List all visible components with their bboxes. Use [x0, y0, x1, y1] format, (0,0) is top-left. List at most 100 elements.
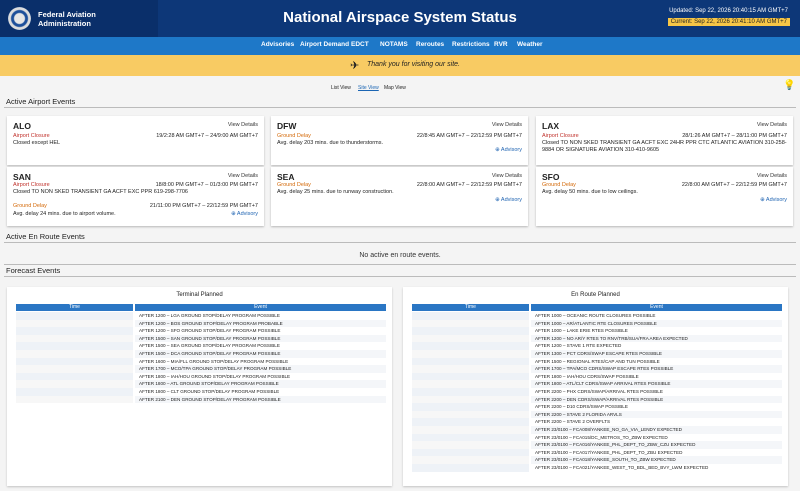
- event-cell: AFTER 1800 – IAH/HOU CDRS/SWAP POSSIBLE: [535, 373, 639, 379]
- airport-card-sea[interactable]: SEA View Details Ground Delay 22/8:00 AM…: [271, 167, 528, 226]
- event-time: 22/8:45 AM GMT+7 – 22/12:59 PM GMT+7: [416, 133, 522, 139]
- event-type: Ground Delay: [277, 133, 311, 139]
- list-view-button[interactable]: List View: [331, 85, 351, 91]
- view-details-link[interactable]: View Details: [757, 122, 787, 128]
- table-row: AFTER 1200 – LGA GROUND STOP/DELAY PROGR…: [16, 312, 386, 320]
- site-view-button[interactable]: Site View: [358, 85, 379, 91]
- time-cell: [16, 312, 133, 320]
- airport-card-san[interactable]: SAN View Details Airport Closure 18/8:00…: [7, 167, 264, 226]
- time-cell: [412, 456, 529, 464]
- section-title-airport-events: Active Airport Events: [6, 97, 76, 106]
- column-header-event[interactable]: Event: [531, 304, 782, 311]
- event-cell: AFTER 2200 – STAVE 2 OVERFLTS: [535, 419, 611, 425]
- airport-card-lax[interactable]: LAX View Details Airport Closure 28/1:26…: [536, 116, 793, 165]
- event-cell: AFTER 1800 – ATL GROUND STOP/DELAY PROGR…: [135, 380, 386, 388]
- table-row: AFTER 1500 – SAN GROUND STOP/DELAY PROGR…: [16, 334, 386, 343]
- table-row: AFTER 2200 – D10 CDRS/SWAP POSSIBLE: [412, 403, 782, 411]
- table-row: AFTER 1800 – CLT GROUND STOP/DELAY PROGR…: [16, 388, 386, 396]
- map-view-button[interactable]: Map View: [384, 85, 406, 91]
- event-cell: AFTER 1200 – STAVE 1 RTE EXPECTED: [535, 343, 622, 349]
- time-cell: [16, 388, 133, 396]
- event-cell: AFTER 1700 – MCO/TPA GROUND STOP/DELAY P…: [135, 365, 386, 373]
- event-type: Airport Closure: [13, 182, 50, 188]
- event-type: Ground Delay: [13, 203, 47, 209]
- view-details-link[interactable]: View Details: [492, 122, 522, 128]
- event-time: 28/1:26 AM GMT+7 – 28/11:00 PM GMT+7: [682, 133, 787, 139]
- time-cell: [412, 312, 529, 320]
- nav-edct[interactable]: EDCT: [351, 41, 369, 48]
- event-cell: AFTER 23/0100 – FCA021/YANKEE_WEST_TO_BD…: [535, 465, 709, 470]
- time-cell: [16, 342, 133, 350]
- event-cell: AFTER 2200 – D10 CDRS/SWAP POSSIBLE: [535, 404, 628, 410]
- airport-card-dfw[interactable]: DFW View Details Ground Delay 22/8:45 AM…: [271, 116, 528, 165]
- time-cell: [16, 357, 133, 366]
- table-row: AFTER 1000 – AR/ATLANTIC RTE CLOSURES PO…: [412, 319, 782, 328]
- event-cell: AFTER 1200 – NO AR/Y RTES TO RNV/TRB/SUA…: [531, 334, 782, 343]
- time-cell: [412, 327, 529, 335]
- advisory-label: Advisory: [765, 197, 787, 203]
- current-timestamp: Current: Sep 22, 2026 20:41:10 AM GMT+7: [667, 18, 790, 26]
- advisory-link[interactable]: ⊕ Advisory: [495, 147, 522, 153]
- nav-advisories[interactable]: Advisories: [261, 41, 294, 48]
- main-nav: Advisories Airport Demand EDCT NOTAMS Re…: [0, 37, 800, 55]
- panel-title: En Route Planned: [571, 292, 620, 298]
- airport-code: DFW: [277, 121, 297, 131]
- time-cell: [412, 350, 529, 358]
- time-cell: [412, 342, 529, 350]
- event-cell: AFTER 23/0100 – FCA018/YANKEE_SOUTH_TO_Z…: [531, 456, 782, 464]
- table-row: AFTER 2200 – STAVE 2 OVERFLTS: [412, 418, 782, 426]
- event-cell: AFTER 2200 – PHX CDRS/SWAP/ARRIVAL RTES …: [535, 389, 663, 394]
- advisory-link[interactable]: ⊕ Advisory: [495, 197, 522, 203]
- panel-title: Terminal Planned: [176, 292, 223, 298]
- event-description: Avg. delay 50 mins. due to low ceilings.: [542, 189, 638, 195]
- table-row: AFTER 2100 – DEN GROUND STOP/DELAY PROGR…: [16, 395, 386, 404]
- section-title-enroute-events: Active En Route Events: [6, 232, 85, 241]
- view-details-link[interactable]: View Details: [228, 173, 258, 179]
- time-cell: [412, 372, 529, 381]
- time-cell: [16, 334, 133, 343]
- nav-airport-demand[interactable]: Airport Demand: [300, 41, 349, 48]
- event-type: Ground Delay: [542, 182, 576, 188]
- view-details-link[interactable]: View Details: [757, 173, 787, 179]
- event-cell: AFTER 23/0100 – FCA015/DC_METROS_TO_ZBW …: [535, 434, 668, 440]
- table-row: AFTER 1200 – STAVE 1 RTE EXPECTED: [412, 342, 782, 350]
- column-header-time[interactable]: Time: [412, 304, 529, 311]
- nav-notams[interactable]: NOTAMS: [380, 41, 408, 48]
- table-row: AFTER 2200 – STAVE 2 FLORIDA ARVLS: [412, 410, 782, 419]
- column-header-time[interactable]: Time: [16, 304, 133, 311]
- lightbulb-icon[interactable]: 💡: [783, 80, 795, 91]
- time-cell: [412, 433, 529, 442]
- table-row: AFTER 2200 – DEN CDRS/SWAP/ARRIVAL RTES …: [412, 395, 782, 404]
- advisory-link[interactable]: ⊕ Advisory: [760, 197, 787, 203]
- table-row: AFTER 23/0100 – FCA021/YANKEE_WEST_TO_BD…: [412, 464, 782, 472]
- advisory-link[interactable]: ⊕ Advisory: [231, 211, 258, 217]
- time-cell: [412, 418, 529, 426]
- airport-card-sfo[interactable]: SFO View Details Ground Delay 22/8:00 AM…: [536, 167, 793, 226]
- time-cell: [16, 327, 133, 335]
- updated-timestamp: Updated: Sep 22, 2026 20:40:15 AM GMT+7: [669, 8, 788, 14]
- table-row: AFTER 23/0100 – FCA015/DC_METROS_TO_ZBW …: [412, 433, 782, 442]
- nav-restrictions[interactable]: Restrictions: [452, 41, 490, 48]
- time-cell: [412, 395, 529, 404]
- nav-weather[interactable]: Weather: [517, 41, 543, 48]
- advisory-label: Advisory: [500, 197, 522, 203]
- event-cell: AFTER 23/0100 – FCA016/YANKEE_PHL_DEPT_T…: [531, 441, 782, 449]
- event-cell: AFTER 2100 – DEN GROUND STOP/DELAY PROGR…: [135, 395, 386, 404]
- view-details-link[interactable]: View Details: [228, 122, 258, 128]
- column-header-event[interactable]: Event: [135, 304, 386, 311]
- table-row: AFTER 1500 – DCA GROUND STOP/DELAY PROGR…: [16, 350, 386, 358]
- event-cell: AFTER 1500 – REGIONAL RTES/CAP AND TUN P…: [535, 358, 660, 364]
- nav-rvr[interactable]: RVR: [494, 41, 508, 48]
- table-row: AFTER 1600 – MIA/FLL GROUND STOP/DELAY P…: [16, 357, 386, 366]
- advisory-label: Advisory: [500, 147, 522, 153]
- event-type: Airport Closure: [13, 133, 50, 139]
- view-details-link[interactable]: View Details: [492, 173, 522, 179]
- table-row: AFTER 23/0100 – FCA008/YANKEE_NO_GA_VIA_…: [412, 426, 782, 434]
- event-description: Avg. delay 203 mins. due to thunderstorm…: [277, 140, 383, 146]
- table-row: AFTER 1800 – ATL/CLT CDRS/SWAP ARRIVAL R…: [412, 380, 782, 388]
- event-cell: AFTER 1800 – IAH/HOU GROUND STOP/DELAY P…: [139, 373, 291, 379]
- event-cell: AFTER 1700 – TPA/MCO CDRS/SWAP ESCAPE RT…: [531, 365, 782, 373]
- event-cell: AFTER 1000 – LAKE ERIE RTES POSSIBLE: [535, 328, 628, 334]
- airport-card-alo[interactable]: ALO View Details Airport Closure 19/2:28…: [7, 116, 264, 165]
- nav-reroutes[interactable]: Reroutes: [416, 41, 444, 48]
